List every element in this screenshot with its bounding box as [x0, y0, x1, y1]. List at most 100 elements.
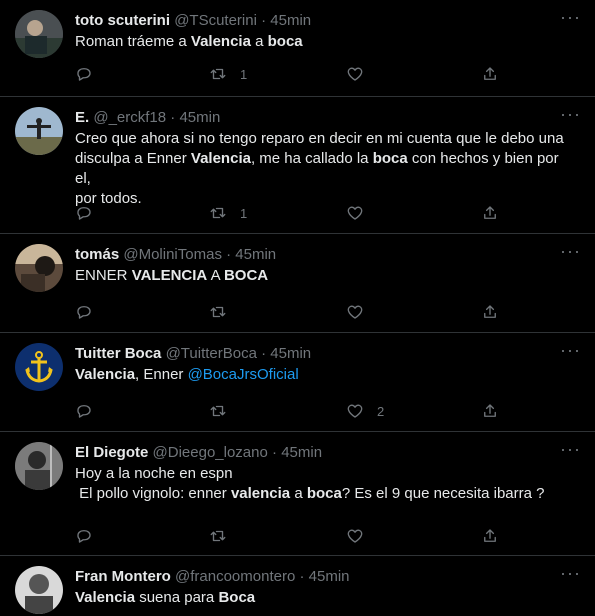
tweet[interactable]: Tuitter Boca @TuitterBoca · 45min ··· Va… — [0, 333, 595, 432]
highlighted-keyword: Valencia — [190, 33, 251, 50]
tweet-line: El pollo vignolo: enner valencia a boca?… — [75, 485, 545, 502]
share-button[interactable] — [481, 203, 499, 223]
avatar-image — [15, 442, 63, 490]
reply-icon — [75, 204, 93, 222]
anchor-logo-icon — [15, 343, 63, 391]
retweet-icon — [209, 204, 227, 222]
like-button[interactable] — [346, 203, 377, 223]
share-button[interactable] — [481, 64, 499, 84]
share-button[interactable] — [481, 302, 499, 322]
separator: · — [272, 444, 278, 461]
share-icon — [481, 204, 499, 222]
author-handle[interactable]: @TScuterini — [174, 12, 257, 29]
tweet[interactable]: El Diegote @Dieego_lozano · 45min ··· Ho… — [0, 432, 595, 556]
avatar[interactable] — [15, 10, 63, 58]
retweet-icon — [209, 303, 227, 321]
like-button[interactable]: 2 — [346, 401, 384, 421]
retweet-icon — [209, 65, 227, 83]
more-icon[interactable]: ··· — [560, 564, 581, 582]
timestamp[interactable]: 45min — [281, 444, 322, 461]
timestamp[interactable]: 45min — [179, 109, 220, 126]
reply-button[interactable] — [75, 526, 93, 546]
author-handle[interactable]: @MoliniTomas — [123, 246, 222, 263]
like-button[interactable] — [346, 302, 377, 322]
timestamp[interactable]: 45min — [270, 345, 311, 362]
author-name[interactable]: E. — [75, 109, 89, 126]
tweet-text: Roman tráeme a Valencia a boca — [75, 32, 575, 52]
separator: · — [170, 109, 176, 126]
tweet[interactable]: Fran Montero @francoomontero · 45min ···… — [0, 556, 595, 616]
highlighted-keyword: boca — [267, 33, 303, 50]
avatar[interactable] — [15, 442, 63, 490]
author-name[interactable]: toto scuterini — [75, 12, 170, 29]
timestamp[interactable]: 45min — [309, 568, 350, 585]
separator: · — [299, 568, 305, 585]
retweet-icon — [209, 402, 227, 420]
retweet-button[interactable]: 1 — [209, 64, 247, 84]
reply-button[interactable] — [75, 203, 93, 223]
tweet-line: disculpa a Enner Valencia, me ha callado… — [75, 150, 559, 187]
highlighted-keyword: valencia — [230, 485, 291, 502]
highlighted-keyword: Boca — [218, 589, 256, 606]
like-button[interactable] — [346, 64, 377, 84]
avatar[interactable] — [15, 107, 63, 155]
reply-button[interactable] — [75, 302, 93, 322]
tweet[interactable]: tomás @MoliniTomas · 45min ··· ENNER VAL… — [0, 234, 595, 333]
tweet-text: Hoy a la noche en espn El pollo vignolo:… — [75, 464, 575, 504]
tweet-header: tomás @MoliniTomas · 45min — [75, 245, 276, 265]
tweet-line: Valencia, Enner @BocaJrsOficial — [75, 366, 299, 383]
more-icon[interactable]: ··· — [560, 242, 581, 260]
tweet-feed: toto scuterini @TScuterini · 45min ··· R… — [0, 0, 595, 616]
tweet-actions: 1 — [75, 64, 496, 84]
more-icon[interactable]: ··· — [560, 105, 581, 123]
avatar[interactable] — [15, 566, 63, 614]
retweet-button[interactable]: 1 — [209, 203, 247, 223]
timestamp[interactable]: 45min — [270, 12, 311, 29]
tweet-text: Valencia suena para Boca — [75, 588, 575, 608]
author-handle[interactable]: @_erckf18 — [93, 109, 166, 126]
mention-link[interactable]: @BocaJrsOficial — [188, 366, 299, 383]
avatar-image — [15, 10, 63, 58]
retweet-button[interactable] — [209, 302, 240, 322]
tweet-line: Hoy a la noche en espn — [75, 465, 233, 482]
avatar[interactable] — [15, 343, 63, 391]
share-button[interactable] — [481, 401, 499, 421]
retweet-button[interactable] — [209, 526, 240, 546]
tweet-text: Creo que ahora si no tengo reparo en dec… — [75, 129, 575, 209]
like-icon — [346, 527, 364, 545]
timestamp[interactable]: 45min — [235, 246, 276, 263]
tweet-actions: 2 — [75, 401, 496, 421]
like-icon — [346, 303, 364, 321]
avatar-image — [15, 566, 63, 614]
author-name[interactable]: El Diegote — [75, 444, 148, 461]
reply-button[interactable] — [75, 64, 93, 84]
tweet-line: Roman tráeme a Valencia a boca — [75, 33, 303, 50]
more-icon[interactable]: ··· — [560, 8, 581, 26]
separator: · — [226, 246, 232, 263]
tweet-actions — [75, 526, 496, 546]
tweet[interactable]: toto scuterini @TScuterini · 45min ··· R… — [0, 0, 595, 97]
like-icon — [346, 65, 364, 83]
avatar[interactable] — [15, 244, 63, 292]
tweet-line: Creo que ahora si no tengo reparo en dec… — [75, 130, 564, 147]
highlighted-keyword: Valencia — [75, 589, 136, 606]
share-button[interactable] — [481, 526, 499, 546]
retweet-button[interactable] — [209, 401, 240, 421]
more-icon[interactable]: ··· — [560, 440, 581, 458]
more-icon[interactable]: ··· — [560, 341, 581, 359]
tweet[interactable]: E. @_erckf18 · 45min ··· Creo que ahora … — [0, 97, 595, 234]
highlighted-keyword: BOCA — [223, 267, 269, 284]
tweet-actions: 1 — [75, 203, 496, 223]
author-name[interactable]: Fran Montero — [75, 568, 171, 585]
reply-button[interactable] — [75, 401, 93, 421]
like-button[interactable] — [346, 526, 377, 546]
tweet-line: ENNER VALENCIA A BOCA — [75, 267, 269, 284]
author-handle[interactable]: @francoomontero — [175, 568, 295, 585]
author-name[interactable]: Tuitter Boca — [75, 345, 161, 362]
author-handle[interactable]: @TuitterBoca — [166, 345, 257, 362]
like-icon — [346, 402, 364, 420]
author-name[interactable]: tomás — [75, 246, 119, 263]
share-icon — [481, 65, 499, 83]
highlighted-keyword: VALENCIA — [131, 267, 208, 284]
author-handle[interactable]: @Dieego_lozano — [153, 444, 268, 461]
